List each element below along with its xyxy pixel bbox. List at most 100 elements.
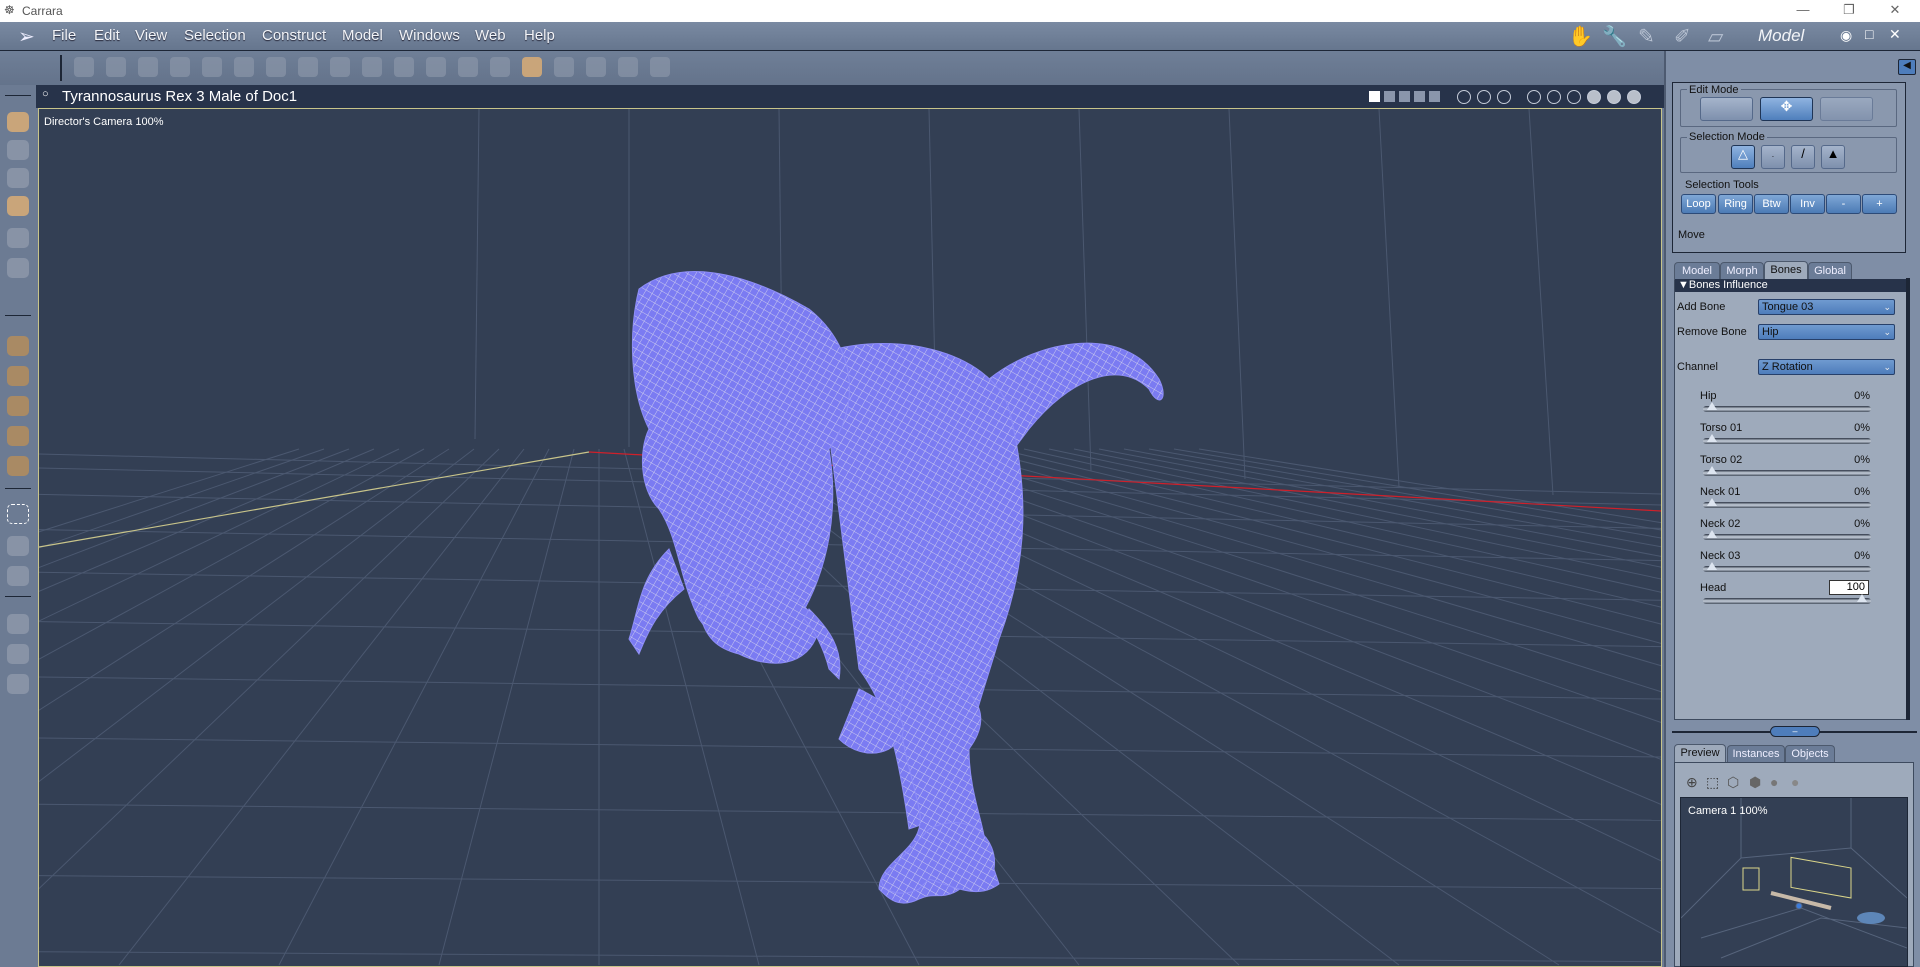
shear-tool-icon[interactable] <box>586 57 606 77</box>
close-panel-icon[interactable]: ✕ <box>1889 26 1901 43</box>
select-tool-icon[interactable] <box>7 112 29 132</box>
wireframe-cube-icon[interactable]: ⬡ <box>1727 774 1739 791</box>
slider-thumb[interactable] <box>1707 402 1717 410</box>
tab-objects[interactable]: Objects <box>1785 745 1835 763</box>
navigate-icon[interactable] <box>1527 90 1541 104</box>
restore-button[interactable]: ❐ <box>1834 2 1864 18</box>
face-select-button[interactable]: ▲ <box>1821 145 1845 169</box>
orbit-tool-icon[interactable] <box>7 196 29 216</box>
gouraud-icon[interactable] <box>1607 90 1621 104</box>
panel-scrollbar[interactable] <box>1906 278 1910 720</box>
shrink-selection-button[interactable]: - <box>1826 194 1861 214</box>
sculpt-edit-mode-button[interactable] <box>1820 97 1873 121</box>
layout-three-icon[interactable] <box>1399 91 1410 102</box>
pen-tool-icon[interactable] <box>7 140 29 160</box>
tab-global[interactable]: Global <box>1808 262 1852 280</box>
splitter-handle[interactable]: – <box>1770 726 1820 737</box>
menu-windows[interactable]: Windows <box>399 27 460 44</box>
grow-selection-button[interactable]: + <box>1862 194 1897 214</box>
vertex-edit-mode-button[interactable] <box>1700 97 1753 121</box>
slider-thumb[interactable] <box>1707 498 1717 506</box>
dome-tool-icon[interactable] <box>266 57 286 77</box>
symmetry-tool-icon[interactable] <box>650 57 670 77</box>
close-window-button[interactable]: ✕ <box>1880 2 1910 18</box>
camera-label[interactable]: Director's Camera 100% <box>44 116 163 128</box>
bounding-box-icon[interactable] <box>1547 90 1561 104</box>
box-tool-icon[interactable] <box>394 57 414 77</box>
lathe-tool-icon[interactable] <box>298 57 318 77</box>
collapse-tray-button[interactable]: ◀ <box>1898 59 1916 75</box>
slider-thumb[interactable] <box>1707 562 1717 570</box>
textured-sphere-icon[interactable]: ● <box>1791 774 1799 790</box>
bones-edit-mode-button[interactable]: ✥ <box>1760 97 1813 121</box>
vertex-select-button[interactable]: · <box>1761 145 1785 169</box>
tab-model[interactable]: Model <box>1674 262 1720 280</box>
sculpt-tool-icon[interactable] <box>490 57 510 77</box>
menu-selection[interactable]: Selection <box>184 27 246 44</box>
knife-tool-icon[interactable] <box>7 228 29 248</box>
bone-influence-slider[interactable] <box>1703 466 1871 476</box>
lasso-tool-icon[interactable] <box>7 536 29 556</box>
menu-file[interactable]: File <box>52 27 76 44</box>
eye-icon[interactable]: ◉ <box>1840 27 1852 44</box>
bone-influence-slider[interactable] <box>1703 562 1871 572</box>
slider-thumb[interactable] <box>1707 466 1717 474</box>
tab-preview[interactable]: Preview <box>1674 744 1726 763</box>
fold-tool-icon[interactable] <box>426 57 446 77</box>
layout-two-icon[interactable] <box>1384 91 1395 102</box>
move-plane-tool-icon[interactable] <box>7 366 29 386</box>
window-dot-icon[interactable]: ○ <box>42 88 49 100</box>
slider-thumb[interactable] <box>1707 530 1717 538</box>
menu-model[interactable]: Model <box>342 27 383 44</box>
tab-bones[interactable]: Bones <box>1764 261 1808 280</box>
bone-value-input[interactable]: 100 <box>1829 580 1869 595</box>
menu-web[interactable]: Web <box>475 27 506 44</box>
polygon-select-button[interactable]: △ <box>1731 145 1755 169</box>
floor-tool-icon[interactable] <box>7 456 29 476</box>
taper-tool-icon[interactable] <box>362 57 382 77</box>
zoom-tool-icon[interactable] <box>7 674 29 694</box>
invert-button[interactable]: Inv <box>1790 194 1825 214</box>
slider-thumb[interactable] <box>1707 434 1717 442</box>
camera-front-icon[interactable] <box>1457 90 1471 104</box>
shaded-cube-icon[interactable]: ⬢ <box>1749 774 1761 791</box>
3d-viewport[interactable]: Director's Camera 100% <box>38 108 1662 967</box>
vertex-tool-icon[interactable] <box>202 57 222 77</box>
bone-influence-slider[interactable] <box>1703 498 1871 508</box>
render-room-icon[interactable]: ▱ <box>1708 24 1723 49</box>
bone-influence-slider[interactable] <box>1703 530 1871 540</box>
assemble-room-icon[interactable]: ✋ <box>1568 24 1593 49</box>
add-bone-dropdown[interactable]: Tongue 03 ⌄ <box>1758 299 1895 315</box>
model-room-icon[interactable]: 🔧 <box>1602 24 1627 49</box>
maximize-panel-icon[interactable]: □ <box>1865 26 1873 42</box>
spline-tool-icon[interactable] <box>106 57 126 77</box>
between-button[interactable]: Btw <box>1754 194 1789 214</box>
rotate-tool-icon[interactable] <box>7 168 29 188</box>
sphere-tool-icon[interactable] <box>74 57 94 77</box>
camera-side-icon[interactable] <box>1477 90 1491 104</box>
layout-corner-icon[interactable] <box>1429 91 1440 102</box>
twist-tool-icon[interactable] <box>554 57 574 77</box>
camera-tool-icon[interactable] <box>7 614 29 634</box>
menu-help[interactable]: Help <box>524 27 555 44</box>
menu-construct[interactable]: Construct <box>262 27 326 44</box>
bones-influence-header[interactable]: ▼Bones Influence <box>1675 279 1906 292</box>
bone-influence-slider[interactable] <box>1703 434 1871 444</box>
bend-tool-icon[interactable] <box>458 57 478 77</box>
smooth-sphere-icon[interactable]: ● <box>1770 774 1778 790</box>
transform-tool-icon[interactable] <box>234 57 254 77</box>
layout-four-icon[interactable] <box>1414 91 1425 102</box>
preview-viewport[interactable]: Camera 1 100% <box>1680 797 1908 967</box>
paint-brush-tool-icon[interactable] <box>522 57 542 77</box>
extrude-tool-icon[interactable] <box>330 57 350 77</box>
rect-select-tool-icon[interactable] <box>7 504 29 524</box>
storyboard-room-icon[interactable]: ✎ <box>1638 24 1655 49</box>
tab-morph[interactable]: Morph <box>1720 262 1764 280</box>
move-tool-icon[interactable] <box>7 336 29 356</box>
channel-dropdown[interactable]: Z Rotation ⌄ <box>1758 359 1895 375</box>
textured-icon[interactable] <box>1627 90 1641 104</box>
link-tool-icon[interactable] <box>7 258 29 278</box>
camera-top-icon[interactable] <box>1497 90 1511 104</box>
bounding-box-icon[interactable]: ⬚ <box>1706 774 1719 791</box>
layout-single-icon[interactable] <box>1369 91 1380 102</box>
